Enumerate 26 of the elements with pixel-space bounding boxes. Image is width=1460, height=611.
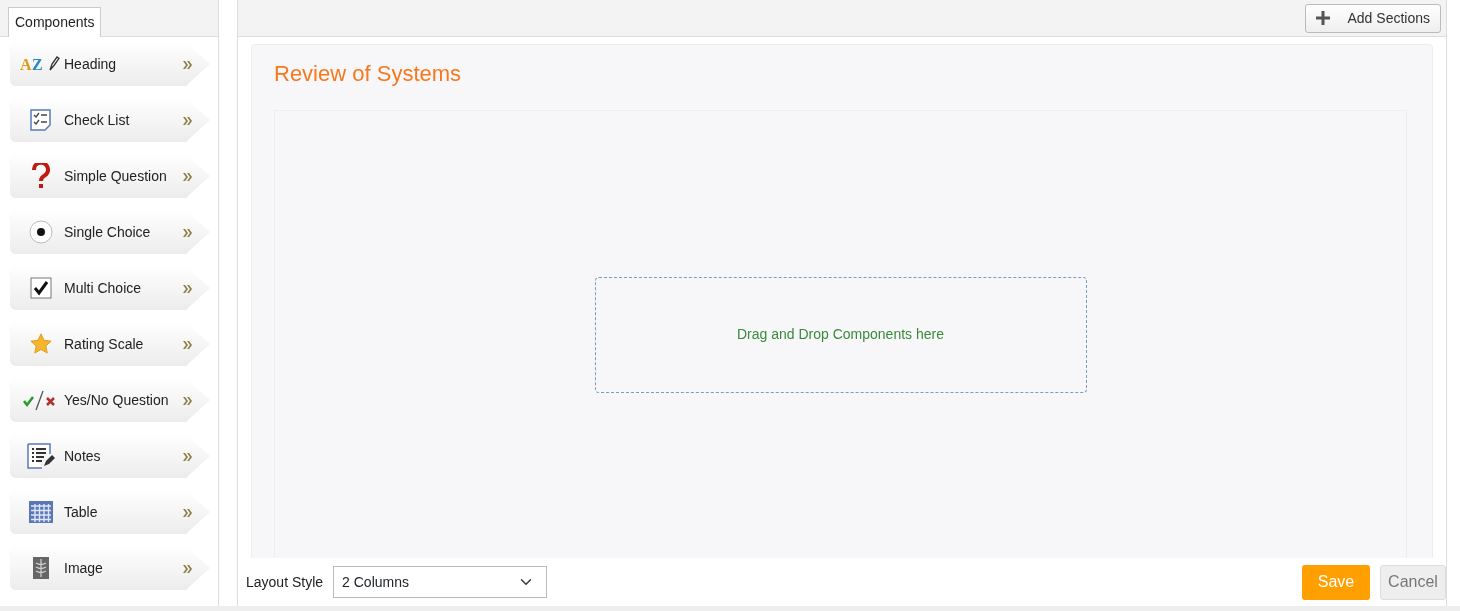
star-icon: [30, 333, 52, 355]
double-chevron-icon: [183, 396, 192, 405]
table-icon: [29, 501, 53, 523]
double-chevron-icon: [183, 284, 192, 293]
double-chevron-icon: [183, 508, 192, 517]
radio-icon: [29, 220, 53, 244]
drop-zone: Drag and Drop Components here: [594, 276, 1087, 393]
add-sections-button[interactable]: Add Sections: [1304, 3, 1441, 33]
question-mark-icon: [32, 163, 50, 189]
xray-icon: [33, 557, 49, 579]
cancel-button[interactable]: Cancel: [1380, 564, 1446, 600]
checkbox-icon: [30, 277, 52, 299]
double-chevron-icon: [183, 340, 192, 349]
double-chevron-icon: [183, 60, 192, 69]
components-tab[interactable]: Components: [8, 7, 102, 37]
notes-icon: [27, 443, 55, 469]
checklist-icon: [29, 108, 53, 132]
double-chevron-icon: [183, 452, 192, 461]
double-chevron-icon: [183, 228, 192, 237]
section-title: Review of Systems: [274, 60, 463, 88]
double-chevron-icon: [183, 116, 192, 125]
double-chevron-icon: [183, 172, 192, 181]
layout-style-select[interactable]: 2 Columns: [333, 566, 548, 598]
double-chevron-icon: [183, 564, 192, 573]
layout-style-label: Layout Style: [246, 572, 324, 592]
plus-icon: [1315, 11, 1330, 25]
